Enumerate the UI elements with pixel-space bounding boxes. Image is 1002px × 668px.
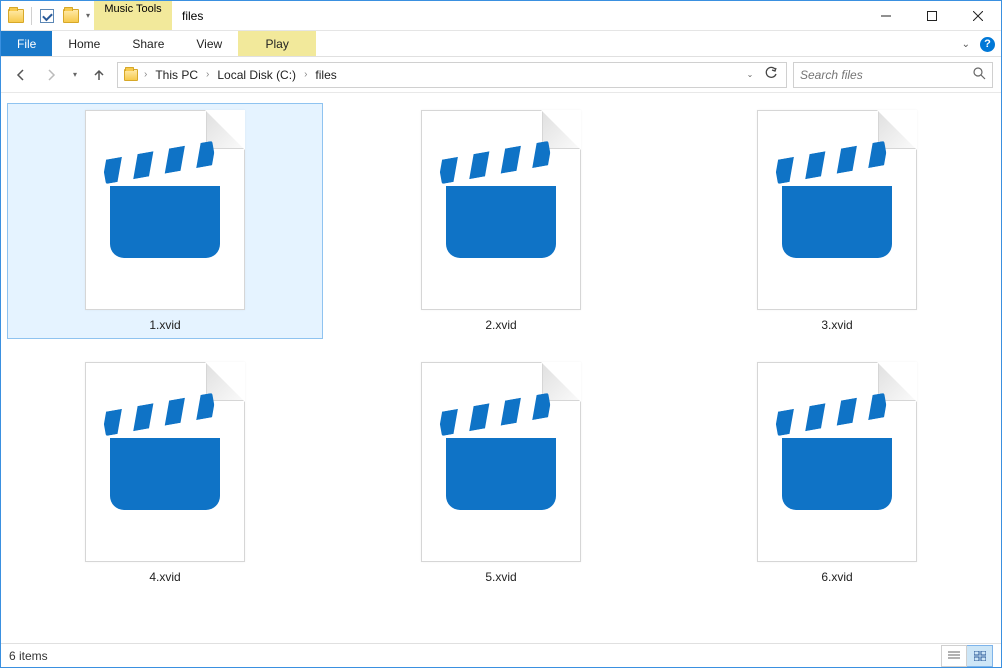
window-controls xyxy=(863,1,1001,30)
file-thumbnail xyxy=(85,110,245,310)
maximize-button[interactable] xyxy=(909,1,955,31)
address-bar[interactable]: › This PC › Local Disk (C:) › files ⌄ xyxy=(117,62,787,88)
location-folder-icon xyxy=(122,66,140,84)
file-thumbnail xyxy=(757,362,917,562)
file-name-label: 4.xvid xyxy=(149,570,180,584)
chevron-right-icon[interactable]: › xyxy=(204,69,211,80)
file-item[interactable]: 1.xvid xyxy=(7,103,323,339)
window-title: files xyxy=(172,1,213,30)
file-name-label: 6.xvid xyxy=(821,570,852,584)
view-mode-buttons xyxy=(941,645,993,667)
tab-share[interactable]: Share xyxy=(116,31,180,56)
qat-dropdown-icon[interactable]: ▾ xyxy=(84,11,90,20)
up-button[interactable] xyxy=(87,63,111,87)
file-item[interactable]: 6.xvid xyxy=(679,355,995,591)
contextual-tab-header: Music Tools xyxy=(94,1,172,30)
minimize-button[interactable] xyxy=(863,1,909,31)
search-icon[interactable] xyxy=(973,67,986,83)
history-dropdown-icon[interactable]: ▾ xyxy=(69,70,81,79)
breadcrumb-this-pc[interactable]: This PC xyxy=(151,68,202,82)
tab-view[interactable]: View xyxy=(180,31,238,56)
status-bar: 6 items xyxy=(1,643,1001,667)
refresh-icon[interactable] xyxy=(764,66,778,83)
chevron-right-icon[interactable]: › xyxy=(142,69,149,80)
file-thumbnail xyxy=(421,110,581,310)
file-name-label: 2.xvid xyxy=(485,318,516,332)
navigation-bar: ▾ › This PC › Local Disk (C:) › files ⌄ xyxy=(1,57,1001,93)
video-clapper-icon xyxy=(446,412,556,512)
new-folder-icon[interactable] xyxy=(60,5,82,27)
file-item[interactable]: 3.xvid xyxy=(679,103,995,339)
address-bar-buttons: ⌄ xyxy=(744,66,782,83)
video-clapper-icon xyxy=(782,160,892,260)
file-name-label: 5.xvid xyxy=(485,570,516,584)
address-dropdown-icon[interactable]: ⌄ xyxy=(744,70,756,79)
tab-play[interactable]: Play xyxy=(238,31,316,56)
file-thumbnail xyxy=(757,110,917,310)
video-clapper-icon xyxy=(446,160,556,260)
file-item[interactable]: 5.xvid xyxy=(343,355,659,591)
ribbon-tabs: File Home Share View Play ⌄ ? xyxy=(1,31,1001,57)
close-button[interactable] xyxy=(955,1,1001,31)
separator xyxy=(31,7,32,25)
video-clapper-icon xyxy=(782,412,892,512)
file-thumbnail xyxy=(85,362,245,562)
search-input[interactable] xyxy=(800,68,973,82)
file-thumbnail xyxy=(421,362,581,562)
file-item[interactable]: 2.xvid xyxy=(343,103,659,339)
properties-check-icon[interactable] xyxy=(36,5,58,27)
file-tab[interactable]: File xyxy=(1,31,52,56)
contextual-tab-label: Music Tools xyxy=(104,1,161,15)
forward-button[interactable] xyxy=(39,63,63,87)
breadcrumb-local-disk[interactable]: Local Disk (C:) xyxy=(213,68,300,82)
file-grid: 1.xvid 2.xvid 3.xvid xyxy=(7,103,995,591)
ribbon-right-controls: ⌄ ? xyxy=(962,31,995,57)
files-pane[interactable]: 1.xvid 2.xvid 3.xvid xyxy=(1,93,1001,643)
video-clapper-icon xyxy=(110,160,220,260)
video-clapper-icon xyxy=(110,412,220,512)
folder-icon[interactable] xyxy=(5,5,27,27)
search-box[interactable] xyxy=(793,62,993,88)
file-item[interactable]: 4.xvid xyxy=(7,355,323,591)
back-button[interactable] xyxy=(9,63,33,87)
ribbon-expand-icon[interactable]: ⌄ xyxy=(962,39,970,50)
file-name-label: 3.xvid xyxy=(821,318,852,332)
tab-home[interactable]: Home xyxy=(52,31,116,56)
thumbnails-view-button[interactable] xyxy=(967,645,993,667)
file-name-label: 1.xvid xyxy=(149,318,180,332)
help-icon[interactable]: ? xyxy=(980,37,995,52)
quick-access-toolbar: ▾ xyxy=(1,1,94,30)
item-count-label: 6 items xyxy=(9,649,48,663)
chevron-right-icon[interactable]: › xyxy=(302,69,309,80)
breadcrumb-files[interactable]: files xyxy=(311,68,340,82)
titlebar: ▾ Music Tools files xyxy=(1,1,1001,31)
details-view-button[interactable] xyxy=(941,645,967,667)
titlebar-spacer xyxy=(213,1,863,30)
